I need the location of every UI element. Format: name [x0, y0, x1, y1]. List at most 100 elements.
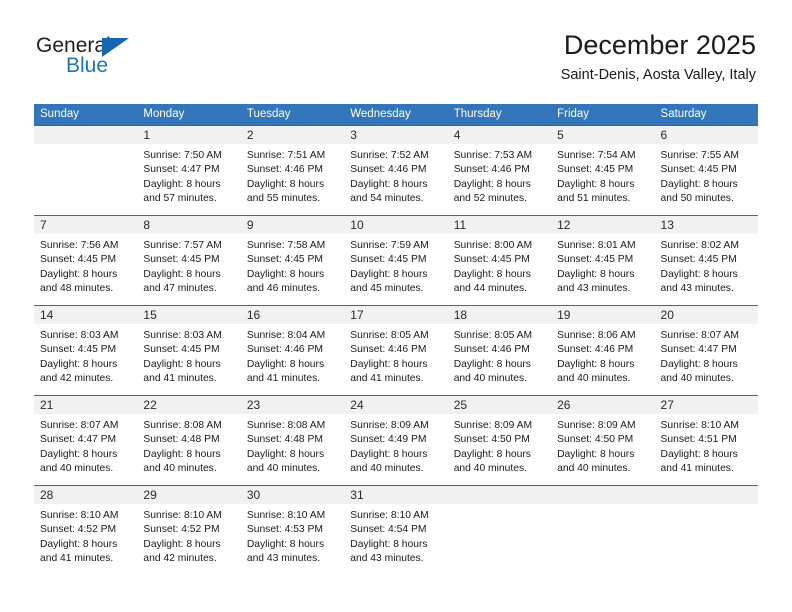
calendar-day-cell[interactable]: 17 Sunrise: 8:05 AM Sunset: 4:46 PM Dayligh…	[344, 305, 448, 395]
sunset-text: Sunset: 4:53 PM	[246, 524, 323, 536]
calendar-day-cell[interactable]: 31 Sunrise: 8:10 AM Sunset: 4:54 PM Dayligh…	[344, 485, 448, 575]
calendar-day-cell[interactable]: 30 Sunrise: 8:10 AM Sunset: 4:53 PM Dayligh…	[240, 485, 345, 575]
calendar-day-cell[interactable]: 20 Sunrise: 8:07 AM Sunset: 4:47 PM Dayligh…	[654, 305, 758, 395]
daylight-text-line1: Daylight: 8 hours	[143, 178, 221, 190]
daylight-text-line2: and 40 minutes.	[40, 463, 114, 475]
daylight-text-line2: and 47 minutes.	[143, 283, 217, 295]
sunrise-text: Sunrise: 8:10 AM	[40, 510, 119, 521]
day-number-band: 18	[447, 306, 552, 324]
calendar-day-cell[interactable]: 18 Sunrise: 8:05 AM Sunset: 4:46 PM Dayligh…	[447, 305, 552, 395]
calendar-day-cell[interactable]: 23 Sunrise: 8:08 AM Sunset: 4:48 PM Dayligh…	[240, 395, 345, 485]
calendar-day-cell[interactable]: 11 Sunrise: 8:00 AM Sunset: 4:45 PM Dayligh…	[447, 215, 552, 305]
calendar-day-cell[interactable]: 26 Sunrise: 8:09 AM Sunset: 4:50 PM Dayligh…	[551, 395, 655, 485]
calendar-day-cell[interactable]: 1 Sunrise: 7:50 AM Sunset: 4:47 PM Daylight…	[137, 125, 241, 215]
calendar-day-cell[interactable]: 28 Sunrise: 8:10 AM Sunset: 4:52 PM Dayligh…	[34, 485, 138, 575]
day-number: 22	[143, 398, 157, 412]
calendar-day-cell[interactable]: 8 Sunrise: 7:57 AM Sunset: 4:45 PM Daylight…	[137, 215, 241, 305]
day-details: Sunrise: 8:07 AM Sunset: 4:47 PM Daylight:…	[34, 414, 137, 477]
day-number-band	[654, 486, 758, 504]
calendar-day-cell[interactable]: 22 Sunrise: 8:08 AM Sunset: 4:48 PM Dayligh…	[137, 395, 241, 485]
sunset-text: Sunset: 4:46 PM	[557, 344, 634, 356]
sunset-text: Sunset: 4:45 PM	[557, 164, 634, 176]
day-number: 26	[557, 398, 571, 412]
calendar-day-cell[interactable]: 14 Sunrise: 8:03 AM Sunset: 4:45 PM Dayligh…	[34, 305, 138, 395]
daylight-text-line2: and 40 minutes.	[660, 373, 734, 385]
calendar-day-cell[interactable]: 27 Sunrise: 8:10 AM Sunset: 4:51 PM Dayligh…	[654, 395, 758, 485]
day-number-band: 9	[240, 216, 345, 234]
calendar-day-cell[interactable]: 7 Sunrise: 7:56 AM Sunset: 4:45 PM Daylight…	[34, 215, 138, 305]
day-details: Sunrise: 7:51 AM Sunset: 4:46 PM Daylight:…	[241, 144, 344, 207]
sunset-text: Sunset: 4:45 PM	[350, 254, 427, 266]
sunset-text: Sunset: 4:47 PM	[143, 164, 220, 176]
sunrise-text: Sunrise: 8:08 AM	[143, 420, 222, 431]
sunset-text: Sunset: 4:52 PM	[40, 524, 117, 536]
daylight-text-line1: Daylight: 8 hours	[246, 538, 325, 550]
sunrise-text: Sunrise: 8:04 AM	[246, 330, 326, 341]
calendar-day-cell[interactable]: 9 Sunrise: 7:58 AM Sunset: 4:45 PM Daylight…	[240, 215, 345, 305]
day-details: Sunrise: 8:10 AM Sunset: 4:54 PM Daylight:…	[344, 504, 447, 567]
day-number: 7	[40, 218, 47, 232]
daylight-text-line2: and 40 minutes.	[143, 463, 217, 475]
day-details: Sunrise: 8:00 AM Sunset: 4:45 PM Daylight:…	[448, 234, 551, 297]
day-number: 3	[350, 128, 357, 142]
sunrise-text: Sunrise: 7:50 AM	[143, 150, 222, 161]
day-number-band: 30	[240, 486, 345, 504]
day-number: 11	[453, 218, 467, 232]
sunset-text: Sunset: 4:54 PM	[350, 524, 427, 536]
calendar-day-cell[interactable]: 16 Sunrise: 8:04 AM Sunset: 4:46 PM Dayligh…	[240, 305, 345, 395]
day-number-band: 15	[137, 306, 241, 324]
daylight-text-line1: Daylight: 8 hours	[143, 268, 221, 280]
daylight-text-line2: and 43 minutes.	[557, 283, 631, 295]
calendar-day-cell[interactable]: 12 Sunrise: 8:01 AM Sunset: 4:45 PM Dayligh…	[551, 215, 655, 305]
calendar-day-cell[interactable]: 24 Sunrise: 8:09 AM Sunset: 4:49 PM Dayligh…	[344, 395, 448, 485]
weekday-header-wednesday: Wednesday	[350, 108, 411, 120]
calendar-day-cell[interactable]: 4 Sunrise: 7:53 AM Sunset: 4:46 PM Daylight…	[447, 125, 552, 215]
daylight-text-line1: Daylight: 8 hours	[557, 178, 635, 190]
sunset-text: Sunset: 4:46 PM	[350, 164, 427, 176]
day-number-band: 22	[137, 396, 241, 414]
day-details: Sunrise: 8:05 AM Sunset: 4:46 PM Daylight:…	[344, 324, 447, 387]
day-number: 17	[350, 308, 364, 322]
day-details: Sunrise: 8:03 AM Sunset: 4:45 PM Daylight:…	[34, 324, 137, 387]
sunset-text: Sunset: 4:45 PM	[660, 254, 737, 266]
calendar-day-cell[interactable]: 25 Sunrise: 8:09 AM Sunset: 4:50 PM Dayligh…	[447, 395, 552, 485]
daylight-text-line1: Daylight: 8 hours	[246, 448, 325, 460]
day-number-band	[551, 486, 655, 504]
calendar-day-cell[interactable]: 2 Sunrise: 7:51 AM Sunset: 4:46 PM Daylight…	[240, 125, 345, 215]
calendar-day-cell[interactable]: 6 Sunrise: 7:55 AM Sunset: 4:45 PM Daylight…	[654, 125, 758, 215]
calendar-day-cell[interactable]: 10 Sunrise: 7:59 AM Sunset: 4:45 PM Dayligh…	[344, 215, 448, 305]
day-number-band: 25	[447, 396, 552, 414]
calendar-day-cell[interactable]: 3 Sunrise: 7:52 AM Sunset: 4:46 PM Daylight…	[344, 125, 448, 215]
day-number: 27	[660, 398, 674, 412]
calendar-day-cell[interactable]: 19 Sunrise: 8:06 AM Sunset: 4:46 PM Dayligh…	[551, 305, 655, 395]
weekday-header-sunday: Sunday	[40, 108, 80, 120]
calendar-day-cell[interactable]: 5 Sunrise: 7:54 AM Sunset: 4:45 PM Daylight…	[551, 125, 655, 215]
day-number-band: 29	[137, 486, 241, 504]
calendar-day-cell[interactable]: 21 Sunrise: 8:07 AM Sunset: 4:47 PM Dayligh…	[34, 395, 138, 485]
sunrise-text: Sunrise: 7:53 AM	[453, 150, 533, 161]
day-number-band: 13	[654, 216, 758, 234]
sunrise-text: Sunrise: 8:10 AM	[143, 510, 222, 521]
daylight-text-line1: Daylight: 8 hours	[143, 358, 221, 370]
daylight-text-line1: Daylight: 8 hours	[246, 268, 325, 280]
calendar-day-cell[interactable]: 29 Sunrise: 8:10 AM Sunset: 4:52 PM Dayligh…	[137, 485, 241, 575]
page-title: December 2025	[563, 30, 756, 60]
sunrise-text: Sunrise: 7:54 AM	[557, 150, 636, 161]
calendar-week-row: 1 Sunrise: 7:50 AM Sunset: 4:47 PM Daylight…	[34, 125, 758, 215]
calendar-day-cell[interactable]: 15 Sunrise: 8:03 AM Sunset: 4:45 PM Dayligh…	[137, 305, 241, 395]
day-number: 16	[246, 308, 261, 322]
logo-text-blue: Blue	[66, 54, 109, 77]
sunrise-text: Sunrise: 7:58 AM	[246, 240, 326, 251]
weekday-header-row: Sunday Monday Tuesday Wednesday Thursday Frid…	[34, 104, 758, 125]
sunrise-text: Sunrise: 8:03 AM	[40, 330, 119, 341]
daylight-text-line1: Daylight: 8 hours	[660, 268, 738, 280]
sunrise-text: Sunrise: 8:05 AM	[350, 330, 429, 341]
daylight-text-line2: and 57 minutes.	[143, 193, 217, 205]
sunrise-text: Sunrise: 7:55 AM	[660, 150, 739, 161]
day-details: Sunrise: 7:56 AM Sunset: 4:45 PM Daylight:…	[34, 234, 137, 297]
day-details: Sunrise: 7:54 AM Sunset: 4:45 PM Daylight:…	[551, 144, 654, 207]
calendar-day-cell[interactable]: 13 Sunrise: 8:02 AM Sunset: 4:45 PM Dayligh…	[654, 215, 758, 305]
calendar-day-cell-empty	[34, 125, 138, 215]
generalblue-logo[interactable]: General Blue	[36, 34, 236, 92]
sunset-text: Sunset: 4:45 PM	[246, 254, 323, 266]
